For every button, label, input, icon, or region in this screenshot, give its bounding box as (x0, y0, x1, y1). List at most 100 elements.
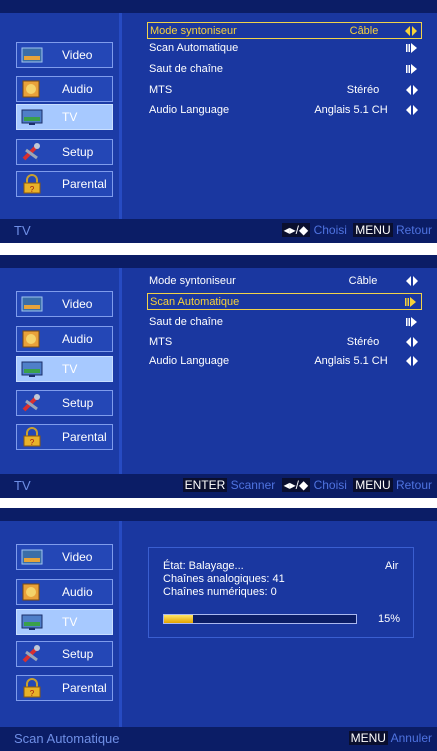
sidebar-item-label: Setup (62, 647, 94, 661)
menu-row-mode-syntoniseur[interactable]: Mode syntoniseur Câble (147, 22, 422, 39)
menu-row-label: Saut de chaîne (149, 63, 224, 75)
setup-icon (22, 143, 40, 161)
enter-key-badge: ENTER (182, 478, 228, 492)
sidebar-item-tv[interactable]: TV (16, 104, 113, 130)
menu-row-label: Audio Language (149, 355, 230, 367)
sidebar-item-tv[interactable]: TV (16, 609, 113, 635)
menu-hint: Retour (395, 223, 432, 237)
scan-progress-fill (164, 615, 193, 623)
sidebar-item-label: Parental (62, 177, 107, 191)
sidebar-item-label: Audio (62, 332, 93, 346)
menu-row-label: Scan Automatique (149, 42, 239, 54)
parental-icon: ? (23, 427, 41, 447)
setup-icon (22, 394, 40, 412)
sidebar-item-label: Video (62, 550, 93, 564)
menu-row-label: MTS (149, 336, 173, 348)
menu-row-mts[interactable]: MTS Stéréo (147, 334, 422, 351)
status-bar: TV ◂▸/◆ Choisi MENU Retour (0, 219, 437, 243)
video-icon (21, 296, 43, 312)
sidebar-item-audio[interactable]: Audio (16, 326, 113, 352)
sidebar-item-video[interactable]: Video (16, 291, 113, 317)
svg-text:?: ? (30, 185, 35, 194)
sidebar-item-tv[interactable]: TV (16, 356, 113, 382)
tv-icon (21, 614, 43, 630)
status-bar-title: TV (14, 223, 31, 238)
cancel-hint: Annuler (390, 731, 432, 745)
tv-icon (21, 109, 43, 125)
scan-source: Air (385, 560, 399, 572)
sidebar-item-video[interactable]: Video (16, 544, 113, 570)
sidebar-item-video[interactable]: Video (16, 42, 113, 68)
menu-row-value: Câble (349, 25, 379, 37)
audio-icon (22, 583, 40, 601)
enter-arrow-icon (405, 297, 416, 307)
audio-icon (22, 330, 40, 348)
svg-text:?: ? (30, 689, 35, 698)
menu-hint: Retour (395, 478, 432, 492)
menu-key-badge: MENU (353, 223, 393, 237)
sidebar-item-parental[interactable]: ? Parental (16, 171, 113, 197)
menu-row-scan-automatique[interactable]: Scan Automatique (147, 40, 422, 57)
nav-hint: Choisi (313, 478, 347, 492)
left-right-arrow-icon (405, 26, 417, 36)
menu-row-audio-language[interactable]: Audio Language Anglais 5.1 CH (147, 102, 422, 119)
nav-keys-badge: ◂▸/◆ (281, 223, 311, 237)
sidebar-item-setup[interactable]: Setup (16, 139, 113, 165)
status-bar-hints: ◂▸/◆ Choisi MENU Retour (281, 223, 435, 237)
nav-hint: Choisi (313, 223, 347, 237)
left-right-arrow-icon (406, 276, 418, 286)
sidebar-item-audio[interactable]: Audio (16, 579, 113, 605)
enter-arrow-icon (406, 64, 417, 74)
sidebar-item-setup[interactable]: Setup (16, 641, 113, 667)
sidebar-item-audio[interactable]: Audio (16, 76, 113, 102)
audio-icon (22, 80, 40, 98)
scan-percent-label: 15% (378, 613, 401, 625)
sidebar-item-label: Parental (62, 430, 107, 444)
menu-row-label: Mode syntoniseur (149, 275, 236, 287)
sidebar-item-label: Audio (62, 585, 93, 599)
left-right-arrow-icon (406, 356, 418, 366)
menu-row-scan-automatique[interactable]: Scan Automatique (147, 293, 422, 310)
menu-row-label: Saut de chaîne (149, 316, 224, 328)
menu-row-label: Audio Language (149, 104, 230, 116)
menu-key-badge: MENU (348, 731, 388, 745)
status-bar-title: Scan Automatique (14, 731, 120, 746)
parental-icon: ? (23, 174, 41, 194)
digital-channels-count: Chaînes numériques: 0 (163, 586, 277, 598)
menu-row-mts[interactable]: MTS Stéréo (147, 82, 422, 99)
menu-row-label: MTS (149, 84, 173, 96)
top-band (0, 255, 437, 268)
sidebar-item-label: TV (62, 110, 78, 124)
sidebar-item-label: Setup (62, 396, 94, 410)
sidebar-item-parental[interactable]: ? Parental (16, 675, 113, 701)
sidebar-item-setup[interactable]: Setup (16, 390, 113, 416)
parental-icon: ? (23, 678, 41, 698)
menu-row-audio-language[interactable]: Audio Language Anglais 5.1 CH (147, 353, 422, 370)
tv-menu-panel-2: Video Audio TV Setup ? Parental Mode syn… (0, 255, 437, 498)
status-bar-hints: ENTER Scanner ◂▸/◆ Choisi MENU Retour (182, 478, 435, 492)
status-bar-title: TV (14, 478, 31, 493)
svg-text:?: ? (30, 438, 35, 447)
top-band (0, 0, 437, 13)
enter-arrow-icon (406, 43, 417, 53)
tv-menu-panel-1: Video Audio TV Setup ? Parental Mode syn… (0, 0, 437, 243)
menu-row-value: Anglais 5.1 CH (314, 104, 388, 116)
analog-channels-count: Chaînes analogiques: 41 (163, 573, 285, 585)
status-bar: TV ENTER Scanner ◂▸/◆ Choisi MENU Retour (0, 474, 437, 498)
menu-row-saut-de-chaine[interactable]: Saut de chaîne (147, 61, 422, 78)
scan-status: État: Balayage... (163, 560, 244, 572)
left-right-arrow-icon (406, 85, 418, 95)
sidebar-item-label: TV (62, 615, 78, 629)
menu-row-value: Anglais 5.1 CH (314, 355, 388, 367)
menu-row-saut-de-chaine[interactable]: Saut de chaîne (147, 314, 422, 331)
status-bar-hints: MENU Annuler (348, 731, 435, 745)
menu-row-label: Mode syntoniseur (150, 25, 237, 37)
menu-key-badge: MENU (353, 478, 393, 492)
scan-progress-bar (163, 614, 357, 624)
menu-row-mode-syntoniseur[interactable]: Mode syntoniseur Câble (147, 273, 422, 290)
sidebar-item-parental[interactable]: ? Parental (16, 424, 113, 450)
menu-row-value: Câble (348, 275, 378, 287)
sidebar-item-label: Audio (62, 82, 93, 96)
tv-icon (21, 361, 43, 377)
sidebar-item-label: Video (62, 48, 93, 62)
